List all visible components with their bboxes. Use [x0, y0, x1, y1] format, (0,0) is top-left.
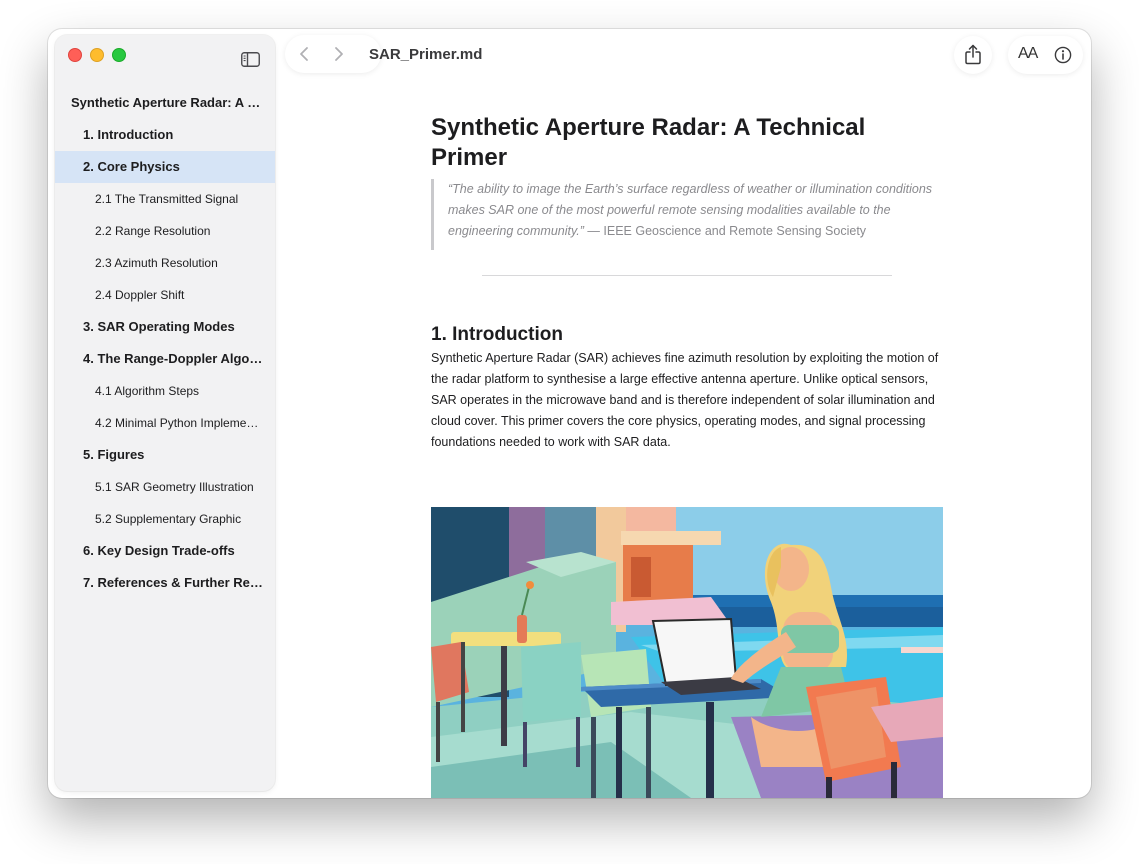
toc-item-azimuth-resolution[interactable]: 2.3 Azimuth Resolution	[55, 247, 275, 279]
quote-attribution: — IEEE Geoscience and Remote Sensing Soc…	[583, 224, 867, 238]
toc-item-core-physics[interactable]: 2. Core Physics	[55, 151, 275, 183]
blockquote: “The ability to image the Earth’s surfac…	[431, 179, 943, 250]
minimize-button[interactable]	[90, 48, 104, 62]
close-button[interactable]	[68, 48, 82, 62]
font-size-label: AA	[1018, 45, 1038, 62]
toc-item-title[interactable]: Synthetic Aperture Radar: A Technical Pr…	[55, 87, 275, 119]
cafe-laptop-illustration	[431, 507, 943, 798]
chevron-right-icon[interactable]	[329, 45, 347, 63]
illustration-image	[431, 507, 943, 798]
zoom-button[interactable]	[112, 48, 126, 62]
sidebar: Synthetic Aperture Radar: A Technical Pr…	[55, 35, 275, 791]
window-controls	[68, 48, 126, 62]
toc-item-references[interactable]: 7. References & Further Reading	[55, 567, 275, 599]
chevron-left-icon[interactable]	[296, 45, 314, 63]
share-icon	[965, 44, 981, 65]
toc-item-range-doppler[interactable]: 4. The Range-Doppler Algorithm	[55, 343, 275, 375]
toc-item-introduction[interactable]: 1. Introduction	[55, 119, 275, 151]
toc-item-range-resolution[interactable]: 2.2 Range Resolution	[55, 215, 275, 247]
font-size-button[interactable]: AA	[1018, 45, 1038, 63]
toc-item-supplementary-graphic[interactable]: 5.2 Supplementary Graphic	[55, 503, 275, 535]
sidebar-icon[interactable]	[241, 52, 260, 67]
toc-item-transmitted-signal[interactable]: 2.1 The Transmitted Signal	[55, 183, 275, 215]
introduction-paragraph: Synthetic Aperture Radar (SAR) achieves …	[431, 351, 939, 449]
toc-item-geometry-illustration[interactable]: 5.1 SAR Geometry Illustration	[55, 471, 275, 503]
horizontal-rule	[482, 275, 892, 276]
navigation-controls	[285, 35, 381, 73]
info-icon[interactable]	[1054, 46, 1072, 64]
toc-item-python-implementation[interactable]: 4.2 Minimal Python Implementation	[55, 407, 275, 439]
toc-item-algorithm-steps[interactable]: 4.1 Algorithm Steps	[55, 375, 275, 407]
toc-item-operating-modes[interactable]: 3. SAR Operating Modes	[55, 311, 275, 343]
toc-item-doppler-shift[interactable]: 2.4 Doppler Shift	[55, 279, 275, 311]
app-window: Synthetic Aperture Radar: A Technical Pr…	[48, 29, 1091, 798]
section-heading-introduction: 1. Introduction	[431, 324, 563, 345]
page-title: Synthetic Aperture Radar: A Technical Pr…	[431, 114, 866, 171]
view-controls: AA	[1008, 36, 1083, 74]
share-button[interactable]	[954, 36, 992, 74]
table-of-contents: Synthetic Aperture Radar: A Technical Pr…	[55, 87, 275, 599]
toc-item-figures[interactable]: 5. Figures	[55, 439, 275, 471]
toc-item-design-tradeoffs[interactable]: 6. Key Design Trade-offs	[55, 535, 275, 567]
document-content: Synthetic Aperture Radar: A Technical Pr…	[431, 29, 943, 798]
